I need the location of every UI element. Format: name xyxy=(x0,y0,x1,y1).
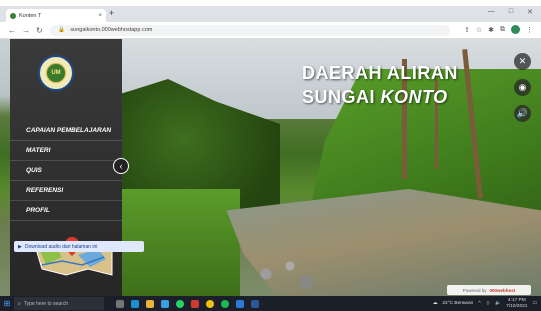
page-title: DAERAH ALIRAN SUNGAI KONTO xyxy=(302,61,458,109)
vr-icon[interactable]: ◉ xyxy=(514,79,531,96)
sidebar: UM CAPAIAN PEMBELAJARAN MATERI QUIS REFE… xyxy=(10,39,122,296)
sidebar-menu: CAPAIAN PEMBELAJARAN MATERI QUIS REFEREN… xyxy=(10,121,122,221)
url-input[interactable]: 🔒 sungaikonto.000webhostapp.com xyxy=(50,25,450,36)
forward-icon[interactable]: → xyxy=(22,26,30,35)
favicon-icon xyxy=(10,12,16,19)
audio-icon[interactable]: 🔊 xyxy=(514,105,531,122)
whatsapp-icon[interactable] xyxy=(176,299,184,308)
sidebar-item-quis[interactable]: QUIS xyxy=(10,161,122,181)
back-icon[interactable]: ← xyxy=(8,26,16,35)
sidebar-item-capaian[interactable]: CAPAIAN PEMBELAJARAN xyxy=(10,121,122,141)
browser-tab-bar: Konten T × + — □ ✕ xyxy=(0,6,541,22)
taskbar-search-placeholder: Type here to search xyxy=(23,300,69,307)
title-line-2-emphasis: KONTO xyxy=(380,87,448,107)
powered-prefix: Powered by xyxy=(462,287,487,293)
windows-start-icon[interactable]: ⊞ xyxy=(0,296,14,311)
chrome-icon[interactable] xyxy=(206,299,214,308)
reload-icon[interactable]: ↻ xyxy=(36,26,43,35)
extensions-area: ⇪ ☆ ✱ ⧉ ⋮ xyxy=(464,25,533,34)
minimize-button[interactable]: — xyxy=(488,8,495,16)
lock-icon: 🔒 xyxy=(58,27,65,33)
download-audio-button[interactable]: ▶ Download audio dari halaman ini xyxy=(14,241,144,252)
store-icon[interactable] xyxy=(161,299,169,308)
app-icon-blue[interactable] xyxy=(236,299,244,308)
share-icon[interactable]: ⇪ xyxy=(464,26,470,34)
title-line-2-prefix: SUNGAI xyxy=(302,87,381,107)
url-text: sungaikonto.000webhostapp.com xyxy=(70,27,153,33)
address-bar-row: ← → ↻ 🔒 sungaikonto.000webhostapp.com ⇪ … xyxy=(0,22,541,39)
network-icon[interactable]: ⌔ xyxy=(486,301,491,307)
task-view-icon[interactable] xyxy=(116,299,124,308)
sidebar-item-referensi[interactable]: REFERENSI xyxy=(10,181,122,201)
puzzle-icon[interactable]: ⧉ xyxy=(500,26,505,34)
word-icon[interactable] xyxy=(251,299,259,308)
sidebar-item-profil[interactable]: PROFIL xyxy=(10,201,122,221)
tray-arrow-icon[interactable]: ^ xyxy=(478,301,480,306)
notification-icon[interactable]: ▭ xyxy=(532,301,537,306)
sidebar-item-materi[interactable]: MATERI xyxy=(10,141,122,161)
tab-title: Konten T xyxy=(19,12,42,19)
app-icon-red[interactable] xyxy=(191,299,199,308)
river-rocks xyxy=(250,254,330,294)
title-line-1: DAERAH ALIRAN xyxy=(302,63,458,83)
extension-icon[interactable]: ✱ xyxy=(488,26,494,34)
new-tab-button[interactable]: + xyxy=(109,8,114,18)
play-icon: ▶ xyxy=(18,243,22,250)
right-controls: ✕ ◉ 🔊 xyxy=(514,53,531,122)
volume-icon[interactable]: 🔈 xyxy=(495,301,501,306)
windows-taskbar: ⊞ ⌕ Type here to search ☁ 22°C Berawan ^… xyxy=(0,296,541,311)
profile-avatar[interactable] xyxy=(511,25,520,34)
logo-emblem: UM xyxy=(46,63,66,83)
powered-brand: 000webhost xyxy=(489,287,516,293)
menu-icon[interactable]: ⋮ xyxy=(526,26,533,34)
browser-tab[interactable]: Konten T × xyxy=(6,9,106,22)
clock-time: 4:17 PM xyxy=(507,298,526,303)
close-window-button[interactable]: ✕ xyxy=(527,8,533,16)
sidebar-collapse-button[interactable]: ‹ xyxy=(113,158,129,174)
powered-by-badge[interactable]: Powered by 000webhost xyxy=(447,285,531,295)
file-explorer-icon[interactable] xyxy=(146,299,154,308)
system-tray: ☁ 22°C Berawan ^ ⌔ 🔈 4:17 PM 7/10/2021 ▭ xyxy=(433,296,537,311)
edge-icon[interactable] xyxy=(131,299,139,308)
weather-icon[interactable]: ☁ xyxy=(433,301,438,306)
taskbar-search-input[interactable]: ⌕ Type here to search xyxy=(14,297,104,310)
tab-close-icon[interactable]: × xyxy=(98,13,102,19)
maximize-button[interactable]: □ xyxy=(509,8,513,16)
weather-text[interactable]: 22°C Berawan xyxy=(442,301,473,306)
clock[interactable]: 4:17 PM 7/10/2021 xyxy=(506,298,527,309)
university-logo: UM xyxy=(38,55,74,91)
close-icon[interactable]: ✕ xyxy=(514,53,531,70)
spotify-icon[interactable] xyxy=(221,299,229,308)
download-label: Download audio dari halaman ini xyxy=(24,243,98,250)
star-icon[interactable]: ☆ xyxy=(476,26,482,34)
title-line-2: SUNGAI KONTO xyxy=(302,85,458,109)
search-icon: ⌕ xyxy=(18,300,21,307)
clock-date: 7/10/2021 xyxy=(506,303,528,309)
taskbar-apps xyxy=(116,299,259,308)
window-controls: — □ ✕ xyxy=(488,8,533,16)
